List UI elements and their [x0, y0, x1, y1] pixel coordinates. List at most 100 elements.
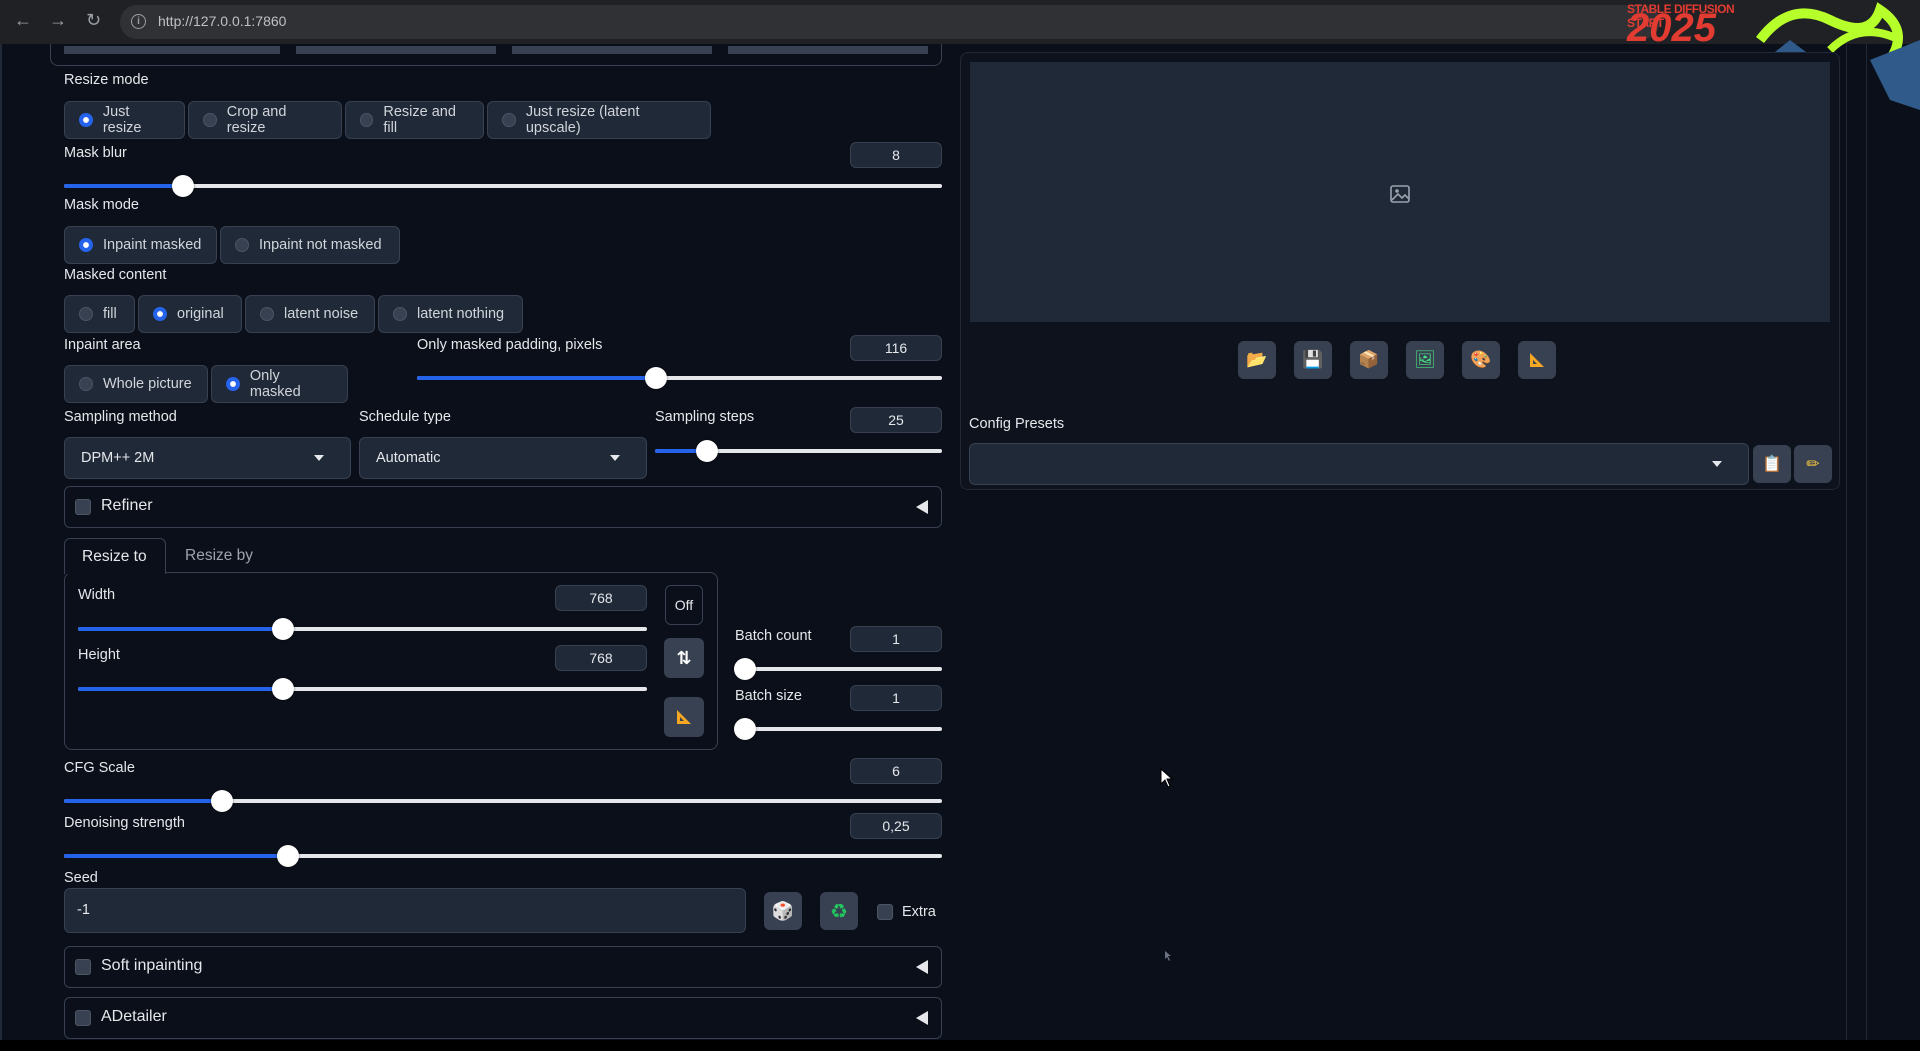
radio-icon	[153, 307, 167, 321]
option-label: Only masked	[249, 368, 301, 400]
paste-preset-button[interactable]: 📋	[1753, 445, 1791, 483]
resize-mode-crop-and-resize[interactable]: Crop and resize	[188, 101, 342, 139]
batch-size-slider[interactable]	[734, 718, 942, 740]
save-button[interactable]: 💾	[1294, 341, 1332, 379]
radio-icon	[235, 238, 249, 252]
slider-thumb[interactable]	[271, 678, 294, 700]
inpaint-area-only-masked[interactable]: Only masked	[211, 365, 348, 403]
resize-mode-resize-and-fill[interactable]: Resize and fill	[345, 101, 484, 139]
reuse-seed-button[interactable]: ♻	[820, 892, 858, 930]
tab-label: Resize to	[82, 548, 147, 565]
masked-content-fill[interactable]: fill	[64, 295, 135, 333]
sampling-method-dropdown[interactable]: DPM++ 2M	[64, 437, 351, 479]
config-presets-label: Config Presets	[969, 416, 1065, 432]
batch-size-input[interactable]: 1	[850, 685, 942, 711]
height-slider[interactable]	[78, 678, 647, 700]
slider-thumb[interactable]	[276, 845, 299, 867]
swap-dimensions-button[interactable]: ⇅	[664, 638, 704, 678]
reload-icon[interactable]: ↻	[86, 10, 101, 31]
slider-thumb[interactable]	[271, 618, 294, 640]
inpaint-area-whole-picture[interactable]: Whole picture	[64, 365, 208, 403]
schedule-type-dropdown[interactable]: Automatic	[359, 437, 647, 479]
soft-inpainting-label: Soft inpainting	[101, 957, 203, 974]
cfg-scale-input[interactable]: 6	[850, 758, 942, 784]
radio-icon	[79, 113, 93, 127]
mask-mode-inpaint-masked[interactable]: Inpaint masked	[64, 226, 217, 264]
column-divider	[1866, 44, 1867, 1044]
slider-thumb[interactable]	[734, 658, 756, 680]
mouse-cursor-icon	[1160, 768, 1174, 788]
back-icon[interactable]: ←	[14, 10, 32, 31]
edit-preset-button[interactable]: ✏	[1794, 445, 1832, 483]
inpaint-area-label: Inpaint area	[64, 337, 141, 353]
adetailer-checkbox[interactable]	[75, 1010, 91, 1026]
address-bar[interactable]	[120, 5, 1660, 39]
resize-mode-just-resize[interactable]: Just resize	[64, 101, 185, 139]
site-info-icon[interactable]: i	[131, 14, 146, 29]
denoising-slider[interactable]	[64, 845, 942, 867]
url-text[interactable]: http://127.0.0.1:7860	[158, 13, 286, 29]
masked-padding-input[interactable]: 116	[850, 335, 942, 361]
dropdown-value: DPM++ 2M	[81, 450, 155, 466]
option-label: original	[177, 306, 224, 322]
masked-content-latent-nothing[interactable]: latent nothing	[378, 295, 523, 333]
slider-thumb[interactable]	[695, 440, 718, 462]
mask-mode-inpaint-not-masked[interactable]: Inpaint not masked	[220, 226, 400, 264]
cfg-scale-slider[interactable]	[64, 790, 942, 812]
open-folder-button[interactable]: 📂	[1238, 341, 1276, 379]
batch-count-slider[interactable]	[734, 658, 942, 680]
batch-count-input[interactable]: 1	[850, 626, 942, 652]
send-to-img2img-button[interactable]: 🖼	[1406, 341, 1444, 379]
forward-icon[interactable]: →	[49, 10, 67, 31]
send-to-inpaint-button[interactable]: 🎨	[1462, 341, 1500, 379]
tab-resize-to[interactable]: Resize to	[64, 538, 166, 574]
soft-inpainting-checkbox[interactable]	[75, 959, 91, 975]
recycle-icon: ♻	[830, 900, 848, 923]
slider-thumb[interactable]	[644, 367, 667, 389]
zip-button[interactable]: 📦	[1350, 341, 1388, 379]
refiner-checkbox[interactable]	[75, 499, 91, 515]
tab-resize-by[interactable]: Resize by	[168, 538, 272, 574]
masked-content-latent-noise[interactable]: latent noise	[245, 295, 375, 333]
chevron-down-icon	[1712, 461, 1722, 467]
option-label: Whole picture	[103, 376, 192, 392]
resize-mode-latent-upscale[interactable]: Just resize (latent upscale)	[487, 101, 711, 139]
height-input[interactable]: 768	[555, 645, 647, 671]
refiner-accordion[interactable]: Refiner	[64, 486, 942, 528]
resize-mode-label: Resize mode	[64, 72, 149, 88]
extra-seed-checkbox[interactable]	[877, 904, 893, 920]
denoising-input[interactable]: 0,25	[850, 813, 942, 839]
mask-mode-label: Mask mode	[64, 197, 139, 213]
option-label: latent noise	[284, 306, 359, 322]
aspect-ratio-button[interactable]	[664, 697, 704, 737]
slider-thumb[interactable]	[171, 175, 194, 197]
mask-blur-slider[interactable]	[64, 175, 942, 197]
denoising-label: Denoising strength	[64, 815, 185, 831]
config-presets-dropdown[interactable]	[969, 443, 1749, 485]
prev-panel-frame	[50, 44, 942, 66]
collapse-arrow-icon[interactable]	[916, 500, 928, 514]
adetailer-accordion[interactable]: ADetailer	[64, 997, 942, 1039]
width-input[interactable]: 768	[555, 585, 647, 611]
pencil-icon: ✏	[1806, 456, 1820, 473]
logo-year-text: 2025	[1627, 6, 1716, 50]
option-label: Inpaint not masked	[259, 237, 382, 253]
small-cursor-icon	[1165, 951, 1171, 961]
soft-inpainting-accordion[interactable]: Soft inpainting	[64, 946, 942, 988]
masked-padding-slider[interactable]	[417, 367, 942, 389]
seed-input[interactable]: -1	[64, 888, 746, 933]
width-slider[interactable]	[78, 618, 647, 640]
sampling-steps-slider[interactable]	[655, 440, 942, 462]
sampling-steps-input[interactable]: 25	[850, 407, 942, 433]
slider-thumb[interactable]	[211, 790, 234, 812]
send-to-extras-button[interactable]	[1518, 341, 1556, 379]
random-seed-button[interactable]: 🎲	[764, 892, 802, 930]
aspect-lock-off-button[interactable]: Off	[665, 585, 703, 625]
triangle-ruler-icon	[677, 710, 691, 724]
masked-content-original[interactable]: original	[138, 295, 242, 333]
dropdown-value: Automatic	[376, 450, 441, 466]
collapse-arrow-icon[interactable]	[916, 1011, 928, 1025]
slider-thumb[interactable]	[734, 718, 756, 740]
mask-blur-input[interactable]: 8	[850, 142, 942, 168]
collapse-arrow-icon[interactable]	[916, 960, 928, 974]
